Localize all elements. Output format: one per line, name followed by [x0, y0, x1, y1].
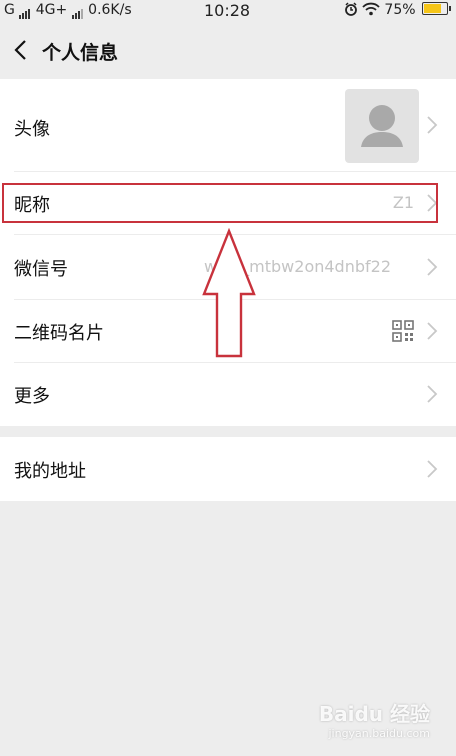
network-speed: 0.6K/s: [88, 2, 132, 18]
nav-bar: 个人信息: [0, 22, 456, 78]
row-label-more: 更多: [14, 386, 50, 407]
network-label: 4G+: [35, 2, 68, 18]
status-bar: G 4G+ 0.6K/s 10:28 75%: [0, 0, 456, 22]
chevron-right-icon: [427, 460, 438, 478]
page-title: 个人信息: [42, 42, 119, 64]
chevron-right-icon: [427, 385, 438, 403]
status-right: 75%: [344, 2, 451, 18]
battery-fill: [424, 4, 441, 13]
battery-icon: [422, 2, 451, 15]
row-address[interactable]: 我的地址: [0, 437, 456, 501]
user-silhouette-icon: [361, 105, 403, 147]
wifi-icon: [362, 2, 380, 16]
alarm-icon: [344, 2, 357, 16]
back-button[interactable]: [10, 36, 34, 64]
carrier-label: G: [4, 2, 15, 18]
signal-icon-2: [71, 3, 84, 19]
avatar: [345, 89, 419, 163]
chevron-right-icon: [427, 116, 438, 134]
row-label-qr-card: 二维码名片: [14, 323, 104, 344]
battery-percent: 75%: [384, 2, 416, 18]
address-group: 我的地址: [0, 437, 456, 501]
row-avatar[interactable]: 头像: [0, 79, 456, 171]
chevron-right-icon: [427, 322, 438, 340]
status-left: G 4G+ 0.6K/s: [4, 2, 132, 19]
watermark-text: Baidu 经验: [318, 702, 430, 726]
signal-icon: [19, 3, 31, 19]
chevron-right-icon: [427, 258, 438, 276]
watermark-logo: Baidu 经验 jingyan.baidu.com: [319, 698, 430, 740]
qr-code-icon: [392, 320, 414, 342]
annotation-highlight-box: [2, 183, 438, 223]
annotation-up-arrow-icon: [202, 228, 256, 358]
chevron-left-icon: [14, 40, 26, 60]
row-label-wechat-id: 微信号: [14, 259, 68, 280]
screen: G 4G+ 0.6K/s 10:28 75% 个人信息 头像 昵称 Z1 微信号…: [0, 0, 456, 756]
row-label-address: 我的地址: [14, 461, 86, 482]
row-more[interactable]: 更多: [0, 363, 456, 426]
row-label-avatar: 头像: [14, 119, 50, 140]
status-time: 10:28: [204, 1, 251, 20]
watermark-sub: jingyan.baidu.com: [328, 727, 430, 740]
